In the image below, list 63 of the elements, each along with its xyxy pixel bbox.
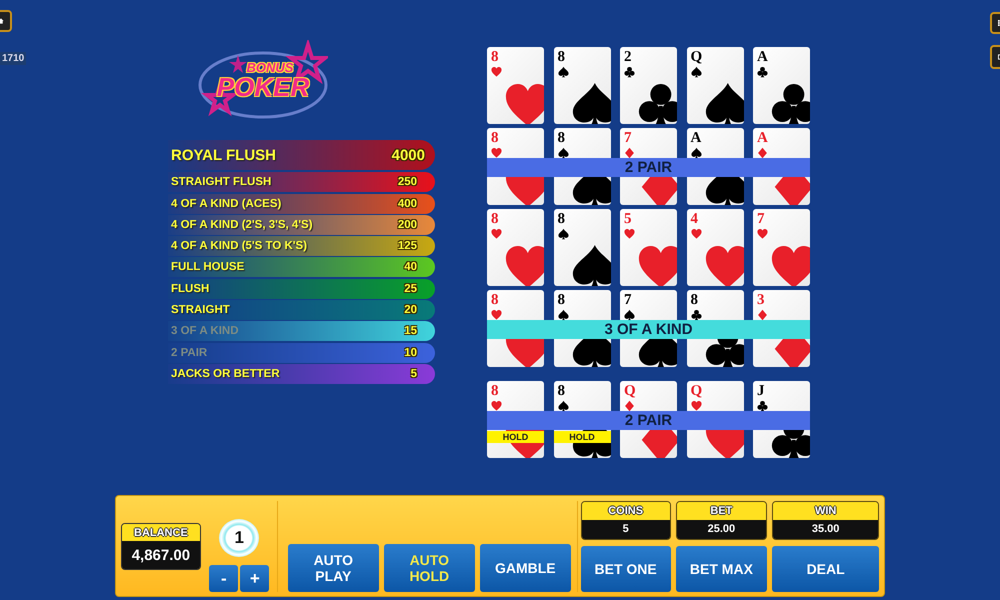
hold-label: HOLD [554, 431, 610, 443]
payout-value: 10 [404, 346, 417, 359]
card-rank: 8 [558, 384, 565, 398]
readout-label: COINS [582, 502, 670, 520]
payout-value: 15 [404, 325, 417, 338]
hand-name: FLUSH [171, 282, 210, 295]
card-rank: 5 [624, 212, 632, 226]
card-rank: 7 [624, 293, 632, 307]
payout-value: 40 [404, 261, 417, 274]
hand-name: STRAIGHT [171, 304, 230, 316]
card-rank: 3 [757, 293, 764, 307]
card-rank: A [757, 50, 768, 64]
readout-label: BET [676, 502, 766, 520]
hold-label: HOLD [487, 431, 544, 443]
readout-value: 25.00 [676, 520, 766, 539]
balance-label: BALANCE [122, 524, 200, 541]
readout-label: WIN [773, 502, 878, 520]
card-rank: 8 [491, 384, 498, 398]
card-rank: Q [624, 384, 636, 398]
hand-name: 3 OF A KIND [171, 325, 239, 338]
payout-value: 5 [410, 368, 417, 380]
coin-chip: 1 [219, 519, 260, 557]
hand-name: FULL HOUSE [171, 261, 244, 274]
payout-value: 25 [404, 282, 417, 295]
payout-value: 125 [398, 240, 417, 252]
balance-value: 4,867.00 [122, 541, 200, 569]
hand-name: 4 OF A KIND (ACES) [171, 198, 282, 210]
card-rank: 8 [558, 212, 565, 226]
card-rank: 8 [491, 131, 498, 145]
payout-value: 20 [404, 304, 417, 316]
card-rank: A [690, 131, 702, 145]
hand-name: ROYAL FLUSH [171, 146, 276, 164]
readout-value: 5 [582, 520, 670, 539]
card-rank: 8 [558, 293, 565, 307]
card-rank: 4 [690, 212, 698, 226]
payout-value: 200 [398, 218, 417, 231]
card-rank: 8 [491, 50, 498, 64]
hand-name: STRAIGHT FLUSH [171, 176, 272, 188]
hand-name: 4 OF A KIND (2'S, 3'S, 4'S) [171, 218, 313, 231]
card-rank: Q [690, 384, 702, 398]
counter-text: 1710 [0, 52, 26, 65]
card-rank: 7 [624, 131, 632, 145]
card-rank: A [757, 131, 768, 145]
hand-result-toast: 3 OF A KIND [487, 320, 810, 339]
card-rank: 8 [690, 293, 698, 307]
hand-result-toast: 2 PAIR [487, 158, 810, 177]
card-rank: 7 [757, 212, 764, 226]
payout-value: 4000 [392, 146, 425, 164]
payout-value: 400 [398, 198, 417, 210]
logo-text: BONUS [246, 60, 294, 74]
hand-name: 4 OF A KIND (5'S TO K'S) [171, 240, 308, 252]
readout-value: 35.00 [773, 520, 878, 539]
card-rank: J [757, 384, 764, 398]
hand-name: 2 PAIR [171, 346, 208, 359]
hand-result-toast: 2 PAIR [487, 411, 810, 430]
card-rank: 8 [558, 50, 565, 64]
card-rank: 8 [558, 131, 565, 145]
payout-value: 250 [398, 176, 417, 188]
card-rank: 2 [624, 50, 632, 64]
card-rank: 8 [491, 212, 498, 226]
hand-name: JACKS OR BETTER [171, 368, 280, 380]
card-rank: 8 [491, 293, 498, 307]
card-rank: Q [690, 50, 702, 64]
